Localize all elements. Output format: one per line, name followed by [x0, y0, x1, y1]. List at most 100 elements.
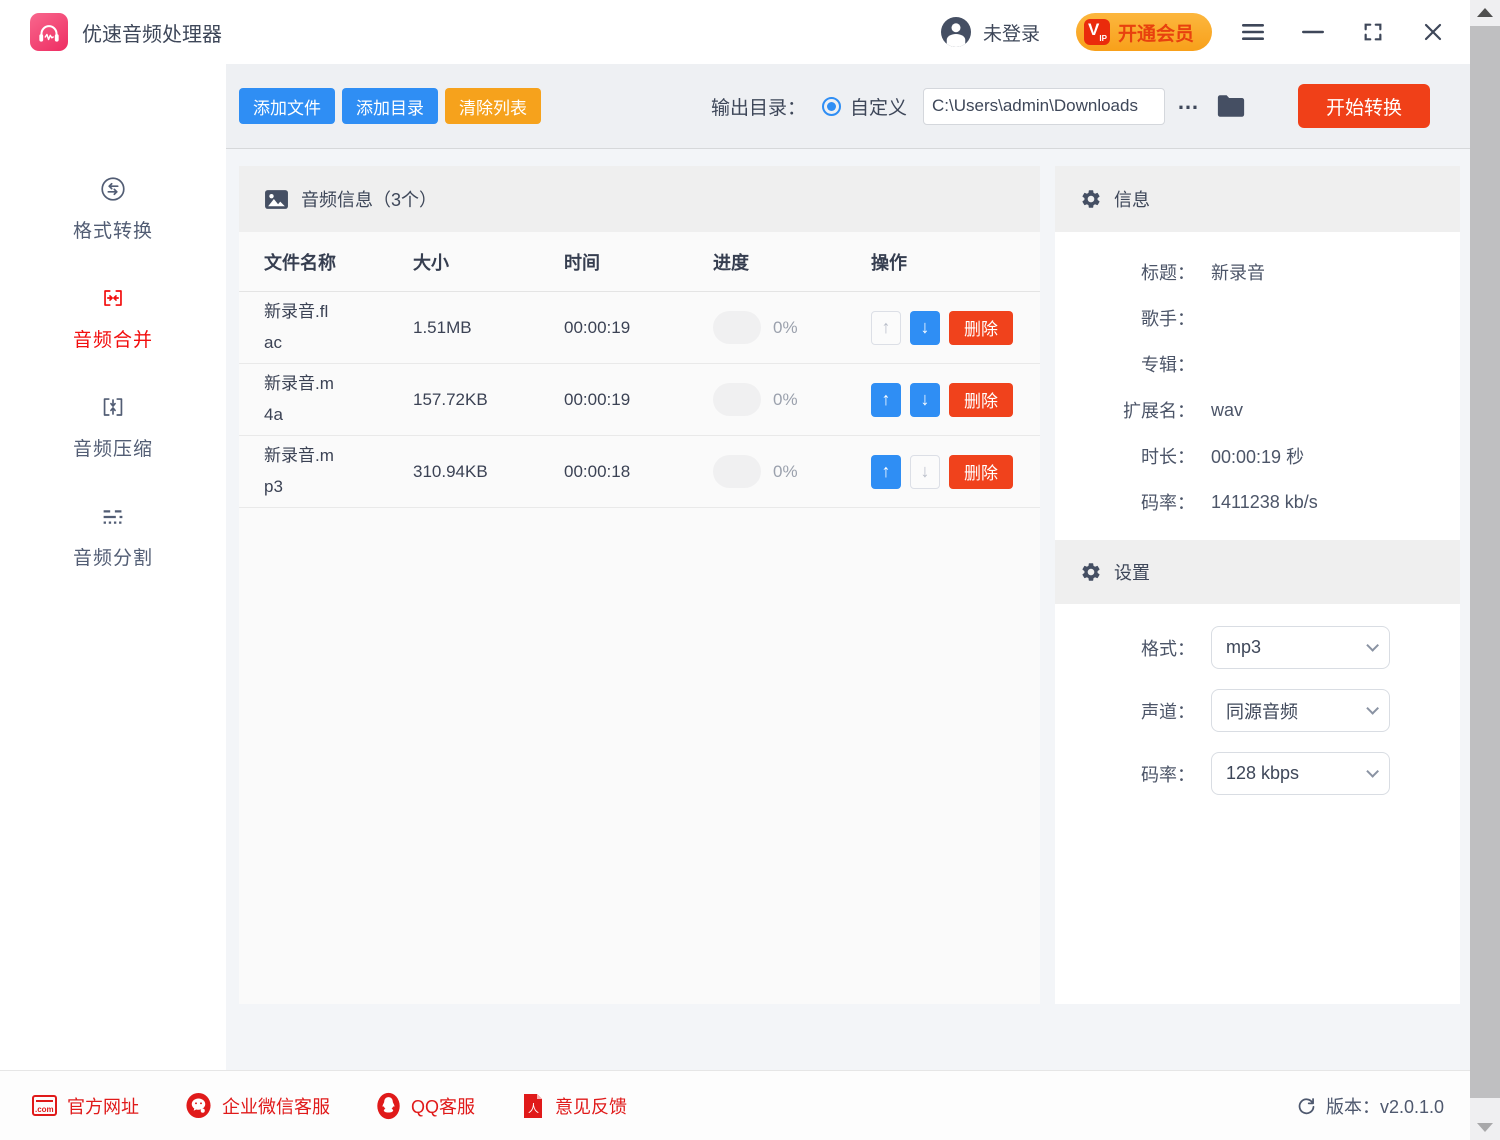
titlebar-controls: 未登录 V IP 开通会员 — [941, 13, 1446, 51]
maximize-button[interactable] — [1360, 19, 1386, 45]
file-size: 1.51MB — [413, 318, 564, 338]
vip-button[interactable]: V IP 开通会员 — [1076, 13, 1212, 51]
progress-bar — [713, 455, 761, 488]
field-label: 扩展名： — [1055, 397, 1195, 423]
settings-row: 格式： mp3 — [1055, 626, 1460, 669]
info-row: 扩展名： wav — [1055, 396, 1460, 424]
minimize-button[interactable] — [1300, 19, 1326, 45]
field-label: 时长： — [1055, 443, 1195, 469]
gear-icon — [1080, 561, 1102, 583]
add-directory-button[interactable]: 添加目录 — [342, 88, 438, 124]
format-convert-icon — [98, 174, 128, 204]
audio-merge-icon — [97, 283, 129, 313]
qq-support-link[interactable]: QQ客服 — [376, 1092, 475, 1120]
browse-ellipsis-button[interactable]: … — [1177, 89, 1200, 115]
table-row: 新录音.mp3 310.94KB 00:00:18 0% ↑ ↓ 删除 — [239, 436, 1040, 508]
custom-output-radio[interactable] — [822, 97, 841, 116]
gear-icon — [1080, 188, 1102, 210]
add-file-button[interactable]: 添加文件 — [239, 88, 335, 124]
file-time: 00:00:19 — [564, 318, 713, 338]
table-row: 新录音.flac 1.51MB 00:00:19 0% ↑ ↓ 删除 — [239, 292, 1040, 364]
progress-cell: 0% — [713, 455, 871, 488]
progress-value: 0% — [773, 318, 798, 338]
col-time: 时间 — [564, 249, 713, 275]
audio-list-title: 音频信息（3个） — [301, 186, 437, 212]
start-convert-button[interactable]: 开始转换 — [1298, 84, 1430, 128]
user-avatar-icon[interactable] — [941, 17, 971, 47]
info-settings-panel: 信息 标题： 新录音 歌手： 专辑： 扩展名： wav — [1055, 166, 1460, 1004]
com-website-icon: .com — [32, 1095, 57, 1116]
actions-cell: ↑ ↓ 删除 — [871, 311, 1040, 345]
move-up-button[interactable]: ↑ — [871, 311, 901, 345]
output-dir-label: 输出目录： — [711, 93, 806, 120]
move-down-button[interactable]: ↓ — [910, 455, 940, 489]
audio-info-icon — [264, 189, 289, 210]
file-size: 157.72KB — [413, 390, 564, 410]
main-content: 音频信息（3个） 文件名称 大小 时间 进度 操作 新录音.flac 1.51M… — [226, 150, 1470, 1070]
footer: .com 官方网址 企业微信客服 QQ客服 人 — [0, 1070, 1470, 1140]
col-progress: 进度 — [713, 249, 871, 275]
info-row: 码率： 1411238 kb/s — [1055, 488, 1460, 516]
scrollbar-thumb[interactable] — [1470, 26, 1500, 1098]
field-value: wav — [1211, 400, 1460, 421]
sidebar-item-audio-compress[interactable]: 音频压缩 — [73, 392, 153, 461]
refresh-icon[interactable] — [1296, 1095, 1317, 1116]
app-identity: 优速音频处理器 — [30, 13, 222, 51]
feedback-icon: 人 — [521, 1092, 545, 1120]
col-size: 大小 — [413, 249, 564, 275]
move-down-button[interactable]: ↓ — [910, 383, 940, 417]
delete-button[interactable]: 删除 — [949, 383, 1013, 417]
channel-select[interactable]: 同源音频 — [1211, 689, 1390, 732]
output-path-input[interactable] — [923, 88, 1165, 125]
settings-row: 声道： 同源音频 — [1055, 689, 1460, 732]
custom-output-label[interactable]: 自定义 — [850, 93, 907, 120]
field-value: 新录音 — [1211, 259, 1460, 285]
login-status[interactable]: 未登录 — [983, 19, 1040, 46]
info-fields: 标题： 新录音 歌手： 专辑： 扩展名： wav 时长： 00:00:1 — [1055, 232, 1460, 540]
version-info: 版本：v2.0.1.0 — [1296, 1093, 1444, 1119]
file-name: 新录音.flac — [264, 297, 336, 358]
menu-icon[interactable] — [1240, 19, 1266, 45]
delete-button[interactable]: 删除 — [949, 455, 1013, 489]
audio-list-panel: 音频信息（3个） 文件名称 大小 时间 进度 操作 新录音.flac 1.51M… — [239, 166, 1040, 1004]
info-row: 歌手： — [1055, 304, 1460, 332]
progress-value: 0% — [773, 390, 798, 410]
file-size: 310.94KB — [413, 462, 564, 482]
field-label: 声道： — [1055, 698, 1195, 724]
clear-list-button[interactable]: 清除列表 — [445, 88, 541, 124]
scroll-up-arrow-icon[interactable] — [1477, 8, 1493, 17]
open-folder-icon[interactable] — [1216, 93, 1246, 119]
radio-dot — [827, 102, 836, 111]
progress-value: 0% — [773, 462, 798, 482]
move-up-button[interactable]: ↑ — [871, 455, 901, 489]
chevron-down-icon — [1366, 765, 1379, 778]
field-label: 标题： — [1055, 259, 1195, 285]
info-row: 时长： 00:00:19 秒 — [1055, 442, 1460, 470]
bitrate-select[interactable]: 128 kbps — [1211, 752, 1390, 795]
move-down-button[interactable]: ↓ — [910, 311, 940, 345]
sidebar-item-audio-merge[interactable]: 音频合并 — [73, 283, 153, 352]
settings-fields: 格式： mp3 声道： 同源音频 码率： 128 kb — [1055, 604, 1460, 795]
info-header: 信息 — [1055, 166, 1460, 232]
audio-compress-icon — [98, 392, 128, 422]
format-select[interactable]: mp3 — [1211, 626, 1390, 669]
table-header: 文件名称 大小 时间 进度 操作 — [239, 232, 1040, 292]
sidebar-item-audio-split[interactable]: 音频分割 — [73, 501, 153, 570]
progress-cell: 0% — [713, 311, 871, 344]
delete-button[interactable]: 删除 — [949, 311, 1013, 345]
feedback-link[interactable]: 人 意见反馈 — [521, 1092, 627, 1120]
svg-text:人: 人 — [528, 1102, 539, 1115]
col-filename: 文件名称 — [264, 249, 413, 275]
settings-row: 码率： 128 kbps — [1055, 752, 1460, 795]
sidebar-item-format-convert[interactable]: 格式转换 — [73, 174, 153, 243]
wechat-support-link[interactable]: 企业微信客服 — [185, 1092, 330, 1119]
close-button[interactable] — [1420, 19, 1446, 45]
scroll-down-arrow-icon[interactable] — [1477, 1123, 1493, 1132]
chevron-down-icon — [1366, 639, 1379, 652]
file-time: 00:00:19 — [564, 390, 713, 410]
wechat-icon — [185, 1092, 212, 1119]
vertical-scrollbar[interactable] — [1470, 0, 1500, 1140]
official-site-link[interactable]: .com 官方网址 — [32, 1093, 139, 1119]
field-label: 码率： — [1055, 489, 1195, 515]
move-up-button[interactable]: ↑ — [871, 383, 901, 417]
